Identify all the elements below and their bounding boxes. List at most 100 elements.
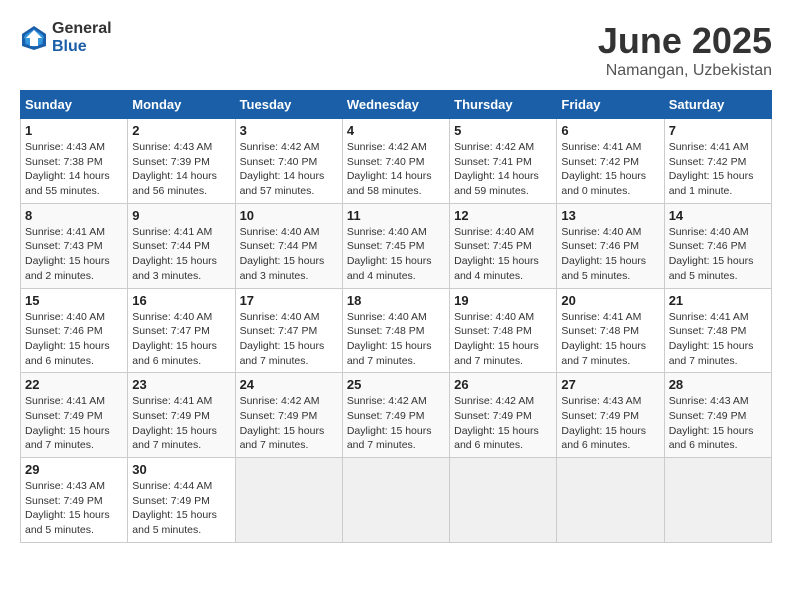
title-area: June 2025 Namangan, Uzbekistan — [598, 20, 772, 80]
table-row: 4 Sunrise: 4:42 AMSunset: 7:40 PMDaylight… — [342, 119, 449, 204]
table-row: 17Sunrise: 4:40 AMSunset: 7:47 PMDayligh… — [235, 288, 342, 373]
header-thursday: Thursday — [450, 91, 557, 119]
logo-text: General Blue — [52, 20, 112, 56]
day-number: 7 — [669, 123, 767, 138]
day-number: 6 — [561, 123, 659, 138]
day-info: Sunrise: 4:42 AMSunset: 7:49 PMDaylight:… — [347, 394, 445, 453]
day-number: 20 — [561, 293, 659, 308]
day-info: Sunrise: 4:40 AMSunset: 7:47 PMDaylight:… — [132, 310, 230, 369]
calendar-week-3: 15 Sunrise: 4:40 AMSunset: 7:46 PMDayligh… — [21, 288, 772, 373]
day-number: 10 — [240, 208, 338, 223]
logo: General Blue — [20, 20, 112, 56]
table-row: 10 Sunrise: 4:40 AMSunset: 7:44 PMDayligh… — [235, 203, 342, 288]
table-row: 26 Sunrise: 4:42 AMSunset: 7:49 PMDayligh… — [450, 373, 557, 458]
day-info: Sunrise: 4:41 AMSunset: 7:48 PMDaylight:… — [669, 310, 767, 369]
table-row: 29 Sunrise: 4:43 AMSunset: 7:49 PMDayligh… — [21, 458, 128, 543]
day-info: Sunrise: 4:43 AMSunset: 7:49 PMDaylight:… — [561, 394, 659, 453]
table-row — [450, 458, 557, 543]
page-header: General Blue June 2025 Namangan, Uzbekis… — [20, 20, 772, 80]
table-row: 1 Sunrise: 4:43 AMSunset: 7:38 PMDaylight… — [21, 119, 128, 204]
header-row: Sunday Monday Tuesday Wednesday Thursday… — [21, 91, 772, 119]
day-info: Sunrise: 4:43 AMSunset: 7:49 PMDaylight:… — [25, 479, 123, 538]
table-row: 12 Sunrise: 4:40 AMSunset: 7:45 PMDayligh… — [450, 203, 557, 288]
day-number: 9 — [132, 208, 230, 223]
day-info: Sunrise: 4:41 AMSunset: 7:49 PMDaylight:… — [25, 394, 123, 453]
table-row: 25 Sunrise: 4:42 AMSunset: 7:49 PMDayligh… — [342, 373, 449, 458]
day-info: Sunrise: 4:41 AMSunset: 7:42 PMDaylight:… — [669, 140, 767, 199]
day-number: 30 — [132, 462, 230, 477]
day-number: 24 — [240, 377, 338, 392]
day-number: 12 — [454, 208, 552, 223]
day-info: Sunrise: 4:40 AMSunset: 7:46 PMDaylight:… — [25, 310, 123, 369]
table-row: 16 Sunrise: 4:40 AMSunset: 7:47 PMDayligh… — [128, 288, 235, 373]
day-number: 23 — [132, 377, 230, 392]
table-row — [235, 458, 342, 543]
day-number: 29 — [25, 462, 123, 477]
table-row: 28 Sunrise: 4:43 AMSunset: 7:49 PMDayligh… — [664, 373, 771, 458]
day-info: Sunrise: 4:42 AMSunset: 7:41 PMDaylight:… — [454, 140, 552, 199]
day-info: Sunrise: 4:41 AMSunset: 7:43 PMDaylight:… — [25, 225, 123, 284]
table-row: 22 Sunrise: 4:41 AMSunset: 7:49 PMDayligh… — [21, 373, 128, 458]
day-number: 13 — [561, 208, 659, 223]
day-info: Sunrise: 4:40 AMSunset: 7:45 PMDaylight:… — [347, 225, 445, 284]
logo-blue: Blue — [52, 38, 87, 55]
day-number: 16 — [132, 293, 230, 308]
day-number: 15 — [25, 293, 123, 308]
table-row — [342, 458, 449, 543]
calendar-week-1: 1 Sunrise: 4:43 AMSunset: 7:38 PMDaylight… — [21, 119, 772, 204]
calendar-week-2: 8 Sunrise: 4:41 AMSunset: 7:43 PMDaylight… — [21, 203, 772, 288]
day-info: Sunrise: 4:40 AMSunset: 7:48 PMDaylight:… — [454, 310, 552, 369]
header-monday: Monday — [128, 91, 235, 119]
day-number: 1 — [25, 123, 123, 138]
calendar-table: Sunday Monday Tuesday Wednesday Thursday… — [20, 90, 772, 543]
header-friday: Friday — [557, 91, 664, 119]
day-number: 17 — [240, 293, 338, 308]
day-number: 28 — [669, 377, 767, 392]
day-info: Sunrise: 4:44 AMSunset: 7:49 PMDaylight:… — [132, 479, 230, 538]
table-row: 2 Sunrise: 4:43 AMSunset: 7:39 PMDaylight… — [128, 119, 235, 204]
table-row: 8 Sunrise: 4:41 AMSunset: 7:43 PMDaylight… — [21, 203, 128, 288]
table-row: 3Sunrise: 4:42 AMSunset: 7:40 PMDaylight… — [235, 119, 342, 204]
day-number: 4 — [347, 123, 445, 138]
day-number: 8 — [25, 208, 123, 223]
day-number: 26 — [454, 377, 552, 392]
day-info: Sunrise: 4:41 AMSunset: 7:44 PMDaylight:… — [132, 225, 230, 284]
table-row: 11Sunrise: 4:40 AMSunset: 7:45 PMDayligh… — [342, 203, 449, 288]
day-info: Sunrise: 4:42 AMSunset: 7:40 PMDaylight:… — [347, 140, 445, 199]
location-title: Namangan, Uzbekistan — [598, 62, 772, 80]
table-row: 9 Sunrise: 4:41 AMSunset: 7:44 PMDaylight… — [128, 203, 235, 288]
day-number: 22 — [25, 377, 123, 392]
day-info: Sunrise: 4:41 AMSunset: 7:49 PMDaylight:… — [132, 394, 230, 453]
table-row: 30 Sunrise: 4:44 AMSunset: 7:49 PMDayligh… — [128, 458, 235, 543]
table-row: 27Sunrise: 4:43 AMSunset: 7:49 PMDayligh… — [557, 373, 664, 458]
header-sunday: Sunday — [21, 91, 128, 119]
day-number: 5 — [454, 123, 552, 138]
table-row: 14Sunrise: 4:40 AMSunset: 7:46 PMDayligh… — [664, 203, 771, 288]
day-info: Sunrise: 4:43 AMSunset: 7:39 PMDaylight:… — [132, 140, 230, 199]
day-number: 25 — [347, 377, 445, 392]
header-saturday: Saturday — [664, 91, 771, 119]
day-info: Sunrise: 4:43 AMSunset: 7:38 PMDaylight:… — [25, 140, 123, 199]
table-row — [557, 458, 664, 543]
day-info: Sunrise: 4:40 AMSunset: 7:46 PMDaylight:… — [561, 225, 659, 284]
header-tuesday: Tuesday — [235, 91, 342, 119]
day-info: Sunrise: 4:43 AMSunset: 7:49 PMDaylight:… — [669, 394, 767, 453]
day-info: Sunrise: 4:41 AMSunset: 7:42 PMDaylight:… — [561, 140, 659, 199]
day-info: Sunrise: 4:41 AMSunset: 7:48 PMDaylight:… — [561, 310, 659, 369]
table-row: 18 Sunrise: 4:40 AMSunset: 7:48 PMDayligh… — [342, 288, 449, 373]
day-info: Sunrise: 4:40 AMSunset: 7:48 PMDaylight:… — [347, 310, 445, 369]
table-row: 19Sunrise: 4:40 AMSunset: 7:48 PMDayligh… — [450, 288, 557, 373]
table-row: 13 Sunrise: 4:40 AMSunset: 7:46 PMDayligh… — [557, 203, 664, 288]
calendar-week-5: 29 Sunrise: 4:43 AMSunset: 7:49 PMDayligh… — [21, 458, 772, 543]
day-number: 2 — [132, 123, 230, 138]
day-info: Sunrise: 4:42 AMSunset: 7:49 PMDaylight:… — [240, 394, 338, 453]
day-info: Sunrise: 4:40 AMSunset: 7:44 PMDaylight:… — [240, 225, 338, 284]
day-info: Sunrise: 4:42 AMSunset: 7:49 PMDaylight:… — [454, 394, 552, 453]
day-number: 18 — [347, 293, 445, 308]
day-info: Sunrise: 4:40 AMSunset: 7:45 PMDaylight:… — [454, 225, 552, 284]
logo-icon — [20, 24, 48, 52]
table-row: 6 Sunrise: 4:41 AMSunset: 7:42 PMDaylight… — [557, 119, 664, 204]
table-row: 20 Sunrise: 4:41 AMSunset: 7:48 PMDayligh… — [557, 288, 664, 373]
table-row: 5 Sunrise: 4:42 AMSunset: 7:41 PMDaylight… — [450, 119, 557, 204]
table-row: 15 Sunrise: 4:40 AMSunset: 7:46 PMDayligh… — [21, 288, 128, 373]
